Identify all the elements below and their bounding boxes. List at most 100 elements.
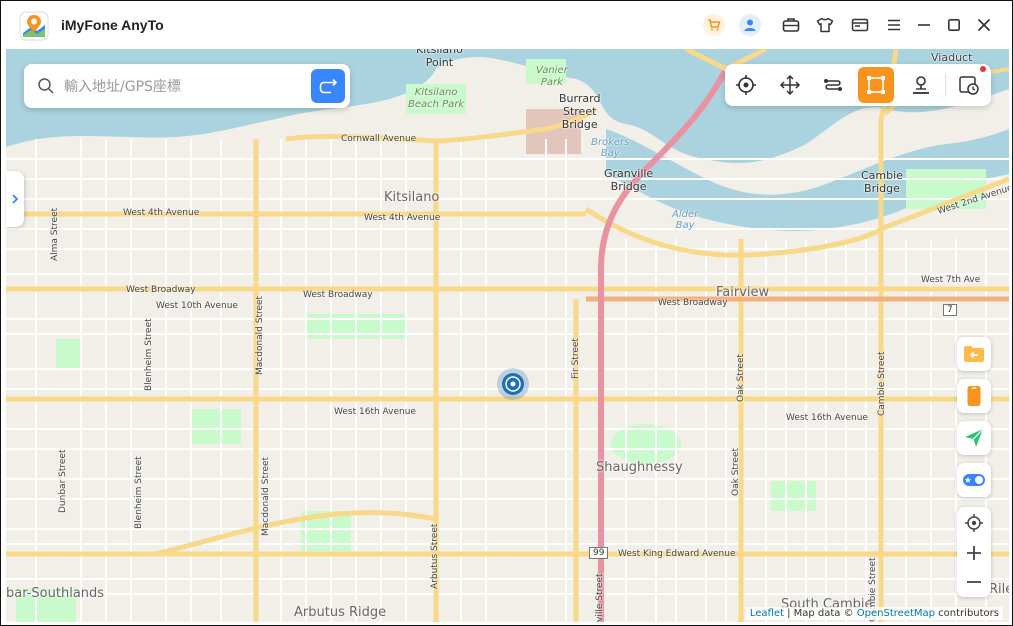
map-label-w10th: West 10th Avenue [156,301,238,311]
map-label-granville-bridge: Granville Bridge [604,167,654,193]
map-attribution: Leaflet | Map data © OpenStreetMap contr… [745,607,1003,620]
side-panel-toggle[interactable] [6,171,24,227]
map-label-king-edward: West King Edward Avenue [618,549,736,559]
search-input[interactable] [62,74,296,100]
highway-7-shield: 7 [943,304,957,316]
map-label-brokers-bay: Brokers Bay [591,137,630,159]
map-label-oak: Oak Street [736,353,746,402]
search-icon [38,78,54,94]
map-label-arbutus-ridge: Arbutus Ridge [294,605,387,620]
current-location-pin[interactable] [496,367,530,401]
attribution-separator: | Map data © [783,608,857,619]
map-label-broadway: West Broadway [126,285,196,295]
map-label-dunbar-southlands: bar-Southlands [6,586,105,601]
history-button[interactable] [951,67,987,103]
app-logo-icon [19,11,49,41]
close-icon[interactable] [973,14,995,36]
park-area [191,409,241,444]
paper-plane-icon [965,428,984,447]
map-label-blenheim: Blenheim Street [144,318,154,391]
map-label-w16th: West 16th Avenue [786,413,868,423]
plus-icon [967,546,981,560]
teleport-mode-button[interactable] [728,67,764,103]
map-label-cambie-bridge: Cambie Bridge [861,169,903,195]
two-spot-mode-button[interactable] [815,67,851,103]
toggle-switch-button[interactable] [957,463,991,497]
device-button[interactable] [957,379,991,413]
app-title: iMyFone AnyTo [61,17,164,33]
map-tiles [6,49,1009,622]
cart-icon[interactable] [703,14,725,36]
app-window: iMyFone AnyTo Kitsilano Point Vanier Par… [0,0,1013,626]
map-label-macdonald: Macdonald Street [255,295,265,375]
map-label-rile: Rile [989,582,1009,597]
multi-spot-icon [867,76,885,94]
map-label-fir: Fir Street [571,338,581,379]
toggle-icon [963,474,985,486]
jump-teleport-mode-button[interactable] [903,67,939,103]
crosshair-icon [736,75,756,95]
mail-icon[interactable] [849,14,871,36]
toolbar-divider [945,74,946,96]
map-label-fairview: Fairview [716,285,770,300]
map-label-dunbar: Dunbar Street [58,449,68,513]
multi-spot-mode-button[interactable] [858,67,894,103]
osm-link[interactable]: OpenStreetMap [857,608,935,619]
map-label-kits-beach-park: Kitsilano Beach Park [408,87,465,110]
map-label-blenheim: Blenheim Street [134,456,144,529]
minimize-icon[interactable] [913,14,935,36]
chevron-right-icon [12,194,19,204]
search-go-button[interactable] [311,69,345,103]
user-icon[interactable] [739,14,761,36]
map-label-vanier-park: Vanier Park [536,65,568,88]
locate-icon [965,514,983,532]
zoom-controls [957,507,991,597]
menu-icon[interactable] [883,14,905,36]
joystick-mode-button[interactable] [772,67,808,103]
person-pin-icon [913,76,929,94]
map-label-viaduct: Viaduct [931,51,973,64]
import-file-button[interactable] [957,337,991,371]
zoom-out-button[interactable] [957,567,991,597]
attribution-tail: contributors [935,608,999,619]
park-area [56,339,81,369]
notification-dot [980,66,986,72]
minus-icon [967,581,981,583]
map-label-macdonald: Macdonald Street [261,456,271,536]
map-label-burrard-bridge: Burrard Street Bridge [559,92,601,131]
title-bar: iMyFone AnyTo [1,1,1012,49]
map-label-w4th: West 4th Avenue [123,208,200,218]
folder-import-icon [964,346,984,362]
park-area [771,481,816,511]
send-location-button[interactable] [957,421,991,455]
map-label-cornwall: Cornwall Avenue [341,134,417,144]
tshirt-icon[interactable] [814,14,836,36]
map-label-alder-bay: Alder Bay [672,209,699,231]
zoom-in-button[interactable] [957,538,991,568]
toolbox-icon[interactable] [780,14,802,36]
mode-toolbar [725,64,991,106]
map-label-arbutus: Arbutus Street [430,523,440,589]
search-bar [24,64,350,108]
move-arrows-icon [779,74,801,96]
maximize-icon[interactable] [943,14,965,36]
map-label-w16th: West 16th Avenue [334,407,416,417]
history-clock-icon [959,76,979,95]
locate-me-button[interactable] [957,508,991,538]
two-spot-icon [824,79,842,91]
route-arrow-icon [319,78,337,94]
map-label-w4th: West 4th Avenue [364,213,441,223]
highway-99-shield: 99 [589,547,609,559]
map-label-granville-st: ville Street [595,573,605,622]
map-label-shaughnessy: Shaughnessy [596,460,683,475]
map-label-w7th: West 7th Ave [921,275,981,285]
leaflet-link[interactable]: Leaflet [750,608,784,619]
map-label-cambie: Cambie Street [877,351,887,416]
map-label-kitsilano: Kitsilano [384,190,440,205]
map-label-alma: Alma Street [50,207,60,261]
map-label-oak: Oak Street [731,447,741,496]
map-view[interactable]: Kitsilano Point Vanier Park Kitsilano Be… [6,49,1009,622]
map-label-kitsilano-point: Kitsilano Point [416,49,463,69]
phone-icon [967,386,981,406]
map-label-broadway: West Broadway [303,290,373,300]
